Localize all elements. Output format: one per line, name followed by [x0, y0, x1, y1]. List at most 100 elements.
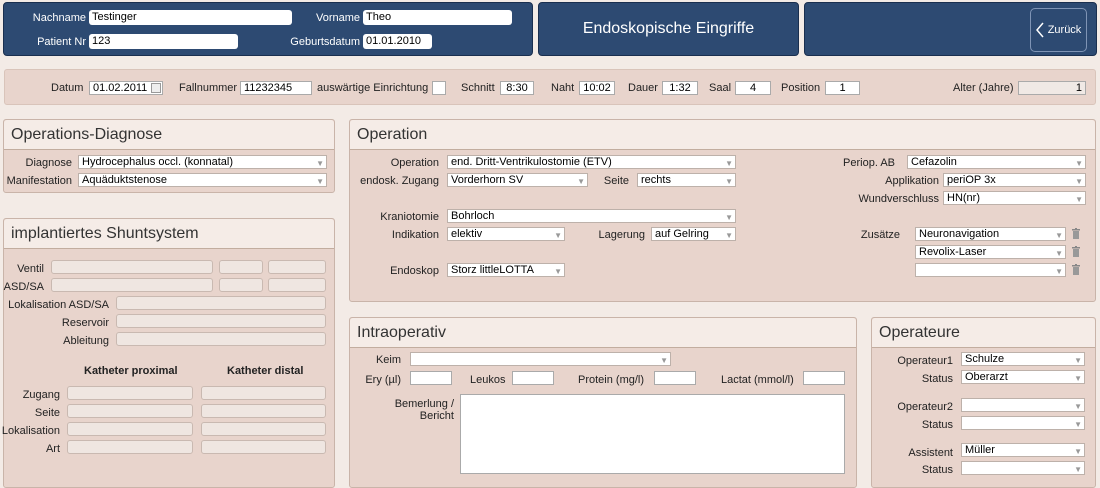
operateur2-select[interactable]: ▼: [961, 398, 1085, 412]
page-title: Endoskopische Eingriffe: [582, 20, 755, 37]
bericht-textarea[interactable]: [460, 394, 845, 474]
endoskop-select[interactable]: Storz littleLOTTA ▼: [447, 263, 565, 277]
ery-field[interactable]: [410, 371, 452, 385]
lokalisation-distal-field[interactable]: [201, 422, 326, 436]
trash-icon[interactable]: [1071, 228, 1081, 239]
ventil-field-3[interactable]: [268, 260, 326, 274]
bericht-label: Bericht: [419, 410, 454, 422]
operateur1-label: Operateur1: [897, 355, 953, 367]
zugang-label: endosk. Zugang: [360, 175, 439, 187]
fallnummer-field[interactable]: 11232345: [240, 81, 312, 95]
lagerung-select[interactable]: auf Gelring ▼: [651, 227, 736, 241]
ventil-field-1[interactable]: [51, 260, 213, 274]
ableitung-field[interactable]: [116, 332, 326, 346]
asd-field-1[interactable]: [51, 278, 213, 292]
dropdown-arrow-icon: ▼: [1075, 177, 1083, 186]
naht-field[interactable]: 10:02: [579, 81, 615, 95]
asd-field-2[interactable]: [219, 278, 263, 292]
shunt-panel: implantiertes Shuntsystem Ventil ASD/SA …: [2, 218, 335, 488]
seite-distal-field[interactable]: [201, 404, 326, 418]
ery-label: Ery (µl): [365, 374, 401, 386]
seite-label: Seite: [34, 407, 60, 419]
back-label: Zurück: [1047, 24, 1082, 36]
applikation-value: periOP 3x: [947, 174, 996, 186]
geburtsdatum-field[interactable]: 01.01.2010: [363, 34, 432, 49]
dropdown-arrow-icon: ▼: [1055, 267, 1063, 276]
assistent-select[interactable]: Müller ▼: [961, 443, 1085, 457]
dauer-field[interactable]: 1:32: [662, 81, 698, 95]
operateur1-select[interactable]: Schulze ▼: [961, 352, 1085, 366]
datum-field[interactable]: 01.02.2011: [89, 81, 163, 95]
periop-select[interactable]: Cefazolin ▼: [907, 155, 1086, 169]
chevron-left-icon: [1035, 22, 1044, 38]
zusaetze-select-3[interactable]: ▼: [915, 263, 1066, 277]
periop-label: Periop. AB: [843, 157, 895, 169]
operation-panel: Operation Operation end. Dritt-Ventrikul…: [349, 119, 1096, 302]
seite-proximal-field[interactable]: [67, 404, 193, 418]
leukos-field[interactable]: [512, 371, 554, 385]
zugang-proximal-field[interactable]: [67, 386, 193, 400]
zugang-distal-field[interactable]: [201, 386, 326, 400]
vorname-field[interactable]: Theo: [363, 10, 512, 25]
reservoir-field[interactable]: [116, 314, 326, 328]
indikation-select[interactable]: elektiv ▼: [447, 227, 565, 241]
position-field[interactable]: 1: [825, 81, 860, 95]
naht-label: Naht: [551, 82, 575, 94]
nachname-field[interactable]: Testinger: [89, 10, 292, 25]
title-box: Endoskopische Eingriffe: [538, 2, 799, 56]
operation-value: end. Dritt-Ventrikulostomie (ETV): [451, 156, 612, 168]
bemerlung-label: Bemerlung /: [394, 398, 454, 410]
diagnose-panel: Operations-Diagnose Diagnose Hydrocephal…: [3, 119, 335, 193]
zusaetze-select-1[interactable]: Neuronavigation ▼: [915, 227, 1066, 241]
lagerung-label: Lagerung: [598, 229, 646, 241]
vorname-label: Vorname: [315, 12, 360, 24]
dropdown-arrow-icon: ▼: [1074, 420, 1082, 429]
lokalisation-asd-field[interactable]: [116, 296, 326, 310]
status1-value: Oberarzt: [965, 371, 1008, 383]
reservoir-label: Reservoir: [61, 317, 109, 329]
operateure-panel: Operateure Operateur1 Schulze ▼ Status Ob…: [871, 317, 1096, 488]
dropdown-arrow-icon: ▼: [1075, 195, 1083, 204]
patient-nr-field[interactable]: 123: [89, 34, 238, 49]
keim-label: Keim: [375, 354, 401, 366]
calendar-icon[interactable]: [151, 83, 161, 93]
ventil-field-2[interactable]: [219, 260, 263, 274]
diagnose-select[interactable]: Hydrocephalus occl. (konnatal) ▼: [78, 155, 327, 169]
schnitt-field[interactable]: 8:30: [500, 81, 534, 95]
status2-select[interactable]: ▼: [961, 416, 1085, 430]
manifestation-select[interactable]: Aquäduktstenose ▼: [78, 173, 327, 187]
wundverschluss-select[interactable]: HN(nr) ▼: [943, 191, 1086, 205]
lactat-field[interactable]: [803, 371, 845, 385]
operation-select[interactable]: end. Dritt-Ventrikulostomie (ETV) ▼: [447, 155, 736, 169]
back-button[interactable]: Zurück: [1030, 8, 1087, 52]
art-proximal-field[interactable]: [67, 440, 193, 454]
applikation-select[interactable]: periOP 3x ▼: [943, 173, 1086, 187]
trash-icon[interactable]: [1071, 246, 1081, 257]
diagnose-label: Diagnose: [25, 157, 72, 169]
wundverschluss-value: HN(nr): [947, 192, 980, 204]
status1-select[interactable]: Oberarzt ▼: [961, 370, 1085, 384]
trash-icon[interactable]: [1071, 264, 1081, 275]
dropdown-arrow-icon: ▼: [1074, 402, 1082, 411]
kraniotomie-select[interactable]: Bohrloch ▼: [447, 209, 736, 223]
auswaertig-checkbox[interactable]: [432, 81, 446, 95]
dropdown-arrow-icon: ▼: [554, 267, 562, 276]
ventil-label: Ventil: [17, 263, 44, 275]
lokalisation-proximal-field[interactable]: [67, 422, 193, 436]
seite-select[interactable]: rechts ▼: [637, 173, 736, 187]
zusaetze-value: Neuronavigation: [919, 228, 1000, 240]
zusaetze-select-2[interactable]: Revolix-Laser ▼: [915, 245, 1066, 259]
katheter-distal-header: Katheter distal: [227, 365, 304, 377]
keim-select[interactable]: ▼: [410, 352, 671, 366]
asd-field-3[interactable]: [268, 278, 326, 292]
protein-label: Protein (mg/l): [578, 374, 645, 386]
protein-field[interactable]: [654, 371, 696, 385]
kraniotomie-value: Bohrloch: [451, 210, 495, 222]
zugang-select[interactable]: Vorderhorn SV ▼: [447, 173, 588, 187]
periop-value: Cefazolin: [911, 156, 957, 168]
status3-select[interactable]: ▼: [961, 461, 1085, 475]
saal-field[interactable]: 4: [735, 81, 771, 95]
art-distal-field[interactable]: [201, 440, 326, 454]
asd-label: ASD/SA: [3, 281, 44, 293]
position-label: Position: [781, 82, 821, 94]
